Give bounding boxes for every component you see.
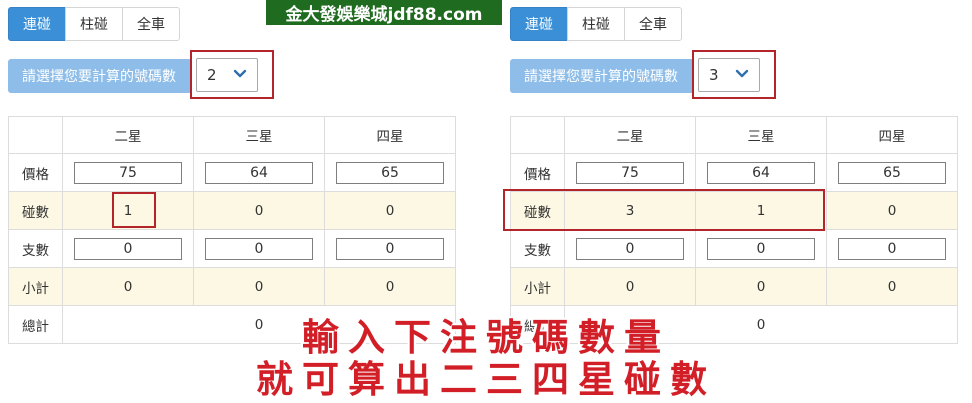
table-header-row: 二星 三星 四星 (8, 116, 456, 154)
highlight-box-hits (503, 189, 825, 231)
count-input-3star[interactable]: 0 (205, 237, 313, 260)
table-header-row: 二星 三星 四星 (510, 116, 958, 154)
number-count-label: 請選擇您要計算的號碼數 (8, 59, 190, 93)
tab-quanche[interactable]: 全車 (624, 7, 682, 41)
tab-lianpeng[interactable]: 連碰 (510, 7, 568, 41)
header-3star: 三星 (695, 116, 827, 154)
table-row-price: 價格 75 64 65 (8, 153, 456, 192)
count-input-4star[interactable]: 0 (838, 237, 946, 260)
price-input-4star[interactable]: 65 (336, 161, 444, 184)
tab-quanche[interactable]: 全車 (122, 7, 180, 41)
subtotal-value-2star: 0 (564, 267, 696, 306)
price-input-3star[interactable]: 64 (205, 161, 313, 184)
subtotal-value-4star: 0 (826, 267, 958, 306)
count-input-4star[interactable]: 0 (336, 237, 444, 260)
number-count-label: 請選擇您要計算的號碼數 (510, 59, 692, 93)
price-input-3star[interactable]: 64 (707, 161, 815, 184)
table-row-hits: 碰數 1 0 0 (8, 191, 456, 230)
count-input-2star[interactable]: 0 (576, 237, 684, 260)
mode-tabs: 連碰 柱碰 全車 (510, 7, 682, 41)
header-2star: 二星 (564, 116, 696, 154)
row-label-price: 價格 (8, 153, 63, 192)
header-4star: 四星 (826, 116, 958, 154)
hits-value-4star: 0 (324, 191, 456, 230)
header-4star: 四星 (324, 116, 456, 154)
table-row-price: 價格 75 64 65 (510, 153, 958, 192)
subtotal-value-4star: 0 (324, 267, 456, 306)
table-row-subtotal: 小計 0 0 0 (510, 267, 958, 306)
row-label-price: 價格 (510, 153, 565, 192)
header-2star: 二星 (62, 116, 194, 154)
header-3star: 三星 (193, 116, 325, 154)
row-label-subtotal: 小計 (510, 267, 565, 306)
price-input-4star[interactable]: 65 (838, 161, 946, 184)
header-blank (8, 116, 63, 154)
price-input-2star[interactable]: 75 (576, 161, 684, 184)
hits-value-3star: 0 (193, 191, 325, 230)
tab-zhupeng[interactable]: 柱碰 (65, 7, 123, 41)
table-row-subtotal: 小計 0 0 0 (8, 267, 456, 306)
subtotal-value-3star: 0 (695, 267, 827, 306)
row-label-subtotal: 小計 (8, 267, 63, 306)
header-blank (510, 116, 565, 154)
row-label-count: 支數 (510, 229, 565, 268)
subtotal-value-3star: 0 (193, 267, 325, 306)
table-row-count: 支數 0 0 0 (8, 229, 456, 268)
row-label-count: 支數 (8, 229, 63, 268)
count-input-2star[interactable]: 0 (74, 237, 182, 260)
highlight-box-select (190, 50, 274, 99)
tab-zhupeng[interactable]: 柱碰 (567, 7, 625, 41)
price-input-2star[interactable]: 75 (74, 161, 182, 184)
mode-tabs: 連碰 柱碰 全車 (8, 7, 180, 41)
hits-value-4star: 0 (826, 191, 958, 230)
highlight-box-hits (112, 192, 156, 228)
subtotal-value-2star: 0 (62, 267, 194, 306)
caption-line-2: 就可算出二三四星碰數 (256, 358, 716, 401)
highlight-box-select (692, 50, 776, 99)
count-input-3star[interactable]: 0 (707, 237, 815, 260)
tab-lianpeng[interactable]: 連碰 (8, 7, 66, 41)
table-row-count: 支數 0 0 0 (510, 229, 958, 268)
row-label-hits: 碰數 (8, 191, 63, 230)
